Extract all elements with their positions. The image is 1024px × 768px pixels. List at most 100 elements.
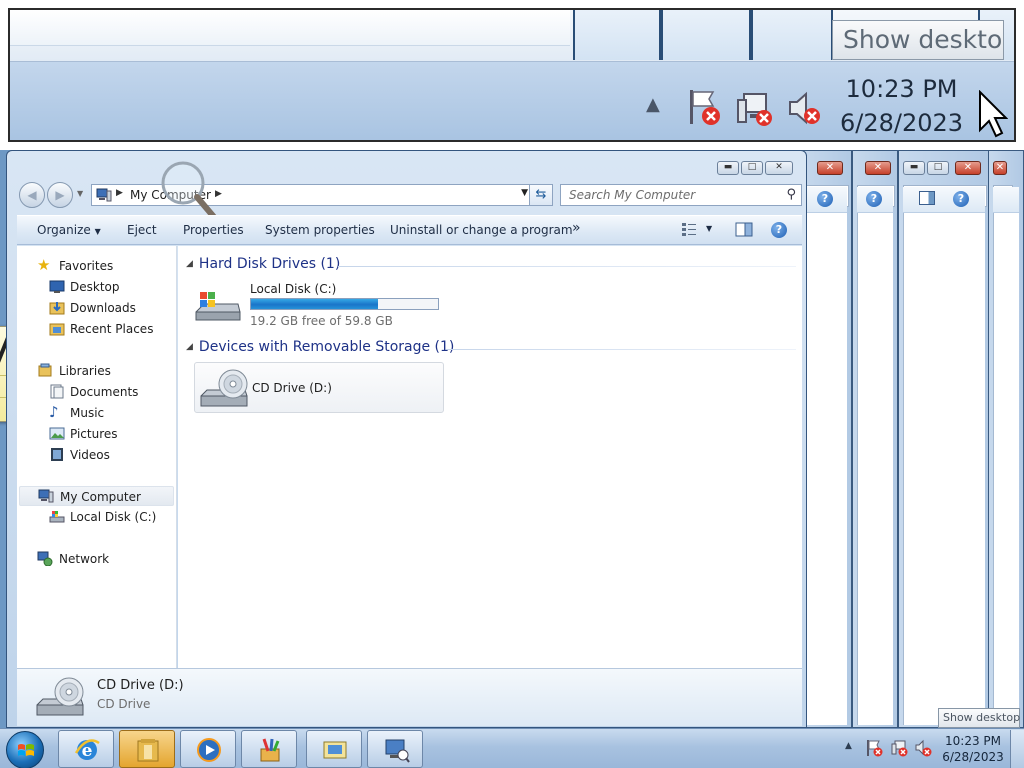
divider xyxy=(446,349,796,350)
clock-date: 6/28/2023 xyxy=(942,750,1004,764)
background-window[interactable]: ▬ □ ✕ ⚲ ? xyxy=(898,150,990,728)
window-body xyxy=(857,213,893,725)
nav-local-disk[interactable]: Local Disk (C:) xyxy=(17,507,175,527)
computer-icon xyxy=(96,188,112,202)
show-desktop-tooltip: Show desktop xyxy=(938,708,1020,728)
navigation-buttons: ◀ ▶ xyxy=(19,182,83,208)
close-icon[interactable]: ✕ xyxy=(993,161,1007,175)
nav-documents[interactable]: Documents xyxy=(17,382,175,402)
more-commands-button[interactable]: » xyxy=(572,220,581,236)
address-dropdown-icon[interactable]: ▼ xyxy=(521,188,528,198)
magnified-time: 10:23 PM xyxy=(845,75,958,103)
maximize-icon[interactable]: □ xyxy=(741,161,763,175)
system-properties-button[interactable]: System properties xyxy=(265,223,375,237)
nav-recent-places[interactable]: Recent Places xyxy=(17,319,175,339)
local-disk-item[interactable]: Local Disk (C:) 19.2 GB free of 59.8 GB xyxy=(194,282,454,330)
background-window[interactable]: ✕ ⚲ ? xyxy=(800,150,852,728)
window-body xyxy=(805,213,847,725)
tray-expand-icon[interactable]: ▲ xyxy=(646,94,660,115)
nav-network[interactable]: Network xyxy=(17,549,175,569)
show-hidden-icons-button[interactable]: ▲ xyxy=(845,741,852,751)
show-desktop-button[interactable] xyxy=(1010,730,1024,768)
clock-time: 10:23 PM xyxy=(945,734,1001,748)
action-center-flag-icon[interactable] xyxy=(865,739,883,757)
close-icon[interactable]: ✕ xyxy=(865,161,891,175)
group-hard-disk-drives[interactable]: ◢ Hard Disk Drives (1) xyxy=(186,256,340,272)
nav-libraries-label: Libraries xyxy=(59,364,111,378)
preview-pane-icon[interactable] xyxy=(735,222,753,240)
computer-icon xyxy=(385,739,410,763)
window-body xyxy=(993,213,1019,725)
taskbar-remote-desktop[interactable] xyxy=(367,730,423,768)
taskbar-windows[interactable] xyxy=(306,730,362,768)
close-icon[interactable]: ✕ xyxy=(955,161,981,175)
nav-music-label: Music xyxy=(70,406,105,420)
magnifier-frame: Show desktop ▲ 10:23 PM 6/28/2023 xyxy=(8,8,1016,142)
close-icon[interactable]: ✕ xyxy=(817,161,843,175)
folder-icon xyxy=(137,739,159,762)
taskbar-paint[interactable] xyxy=(241,730,297,768)
network-icon[interactable] xyxy=(734,88,774,128)
group-removable-label: Devices with Removable Storage (1) xyxy=(198,339,455,355)
back-button[interactable]: ◀ xyxy=(19,182,45,208)
background-window[interactable]: ✕ ⚲ xyxy=(988,150,1024,728)
nav-downloads[interactable]: Downloads xyxy=(17,298,175,318)
nav-my-computer[interactable]: My Computer xyxy=(19,486,174,506)
local-disk-name: Local Disk (C:) xyxy=(250,282,337,296)
eject-button[interactable]: Eject xyxy=(127,223,157,237)
nav-favorites[interactable]: ★ Favorites xyxy=(17,256,175,276)
minimize-icon[interactable]: ▬ xyxy=(903,161,925,175)
properties-button[interactable]: Properties xyxy=(183,223,244,237)
nav-recent-places-label: Recent Places xyxy=(70,322,154,336)
address-bar[interactable]: ▶ My Computer ▶ ▼ xyxy=(91,184,533,206)
change-view-icon[interactable] xyxy=(681,221,699,240)
network-icon[interactable] xyxy=(890,739,908,757)
explorer-window[interactable]: ▬ □ ✕ ◀ ▶ ▼ ▶ My Computer ▶ ▼ ⇆ Search M… xyxy=(6,150,807,728)
volume-muted-icon[interactable] xyxy=(914,739,932,757)
local-disk-free-space: 19.2 GB free of 59.8 GB xyxy=(250,314,393,328)
group-hdd-label: Hard Disk Drives (1) xyxy=(198,256,341,272)
cd-drive-name: CD Drive (D:) xyxy=(252,381,332,395)
group-removable-storage[interactable]: ◢ Devices with Removable Storage (1) xyxy=(186,339,454,355)
disk-usage-fill xyxy=(251,299,379,309)
refresh-button[interactable]: ⇆ xyxy=(529,184,553,206)
nav-pictures[interactable]: Pictures xyxy=(17,424,175,444)
maximize-icon[interactable]: □ xyxy=(927,161,949,175)
background-window[interactable]: ✕ ⚲ ? xyxy=(852,150,898,728)
nav-libraries[interactable]: Libraries xyxy=(17,361,175,381)
minimize-icon[interactable]: ▬ xyxy=(717,161,739,175)
organize-button[interactable]: Organize ▼ xyxy=(37,223,101,237)
help-icon[interactable]: ? xyxy=(771,222,787,238)
taskbar-file-explorer[interactable] xyxy=(119,730,175,768)
help-icon[interactable]: ? xyxy=(866,191,882,207)
action-center-flag-icon[interactable] xyxy=(686,88,722,128)
breadcrumb-arrow-icon[interactable]: ▶ xyxy=(116,188,123,198)
cd-drive-item[interactable]: CD Drive (D:) xyxy=(194,362,444,413)
windows-logo-icon xyxy=(18,744,34,756)
taskbar-internet-explorer[interactable]: e xyxy=(58,730,114,768)
help-icon[interactable]: ? xyxy=(953,191,969,207)
search-icon[interactable]: ⚲ xyxy=(786,187,796,202)
nav-music[interactable]: ♪ Music xyxy=(17,403,175,423)
start-button[interactable] xyxy=(6,731,44,768)
thumbnail-pane xyxy=(661,10,751,60)
close-icon[interactable]: ✕ xyxy=(765,161,793,175)
help-icon[interactable]: ? xyxy=(817,191,833,207)
preview-pane-icon[interactable] xyxy=(919,191,935,205)
collapse-icon[interactable]: ◢ xyxy=(186,259,193,269)
forward-button[interactable]: ▶ xyxy=(47,182,73,208)
taskbar-media-player[interactable] xyxy=(180,730,236,768)
recent-pages-dropdown-icon[interactable]: ▼ xyxy=(77,189,83,198)
volume-muted-icon[interactable] xyxy=(784,88,824,128)
collapse-icon[interactable]: ◢ xyxy=(186,342,193,352)
nav-videos[interactable]: Videos xyxy=(17,445,175,465)
taskbar-clock[interactable]: 10:23 PM 6/28/2023 xyxy=(938,733,1008,765)
details-item-type: CD Drive xyxy=(97,697,151,711)
cd-drive-icon xyxy=(36,677,84,716)
view-dropdown-icon[interactable]: ▼ xyxy=(706,224,712,233)
magnifier-view: Show desktop ▲ 10:23 PM 6/28/2023 xyxy=(0,0,1024,150)
uninstall-program-button[interactable]: Uninstall or change a program xyxy=(390,223,573,237)
nav-desktop[interactable]: Desktop xyxy=(17,277,175,297)
star-icon: ★ xyxy=(37,256,51,274)
search-input[interactable]: Search My Computer ⚲ xyxy=(560,184,802,206)
